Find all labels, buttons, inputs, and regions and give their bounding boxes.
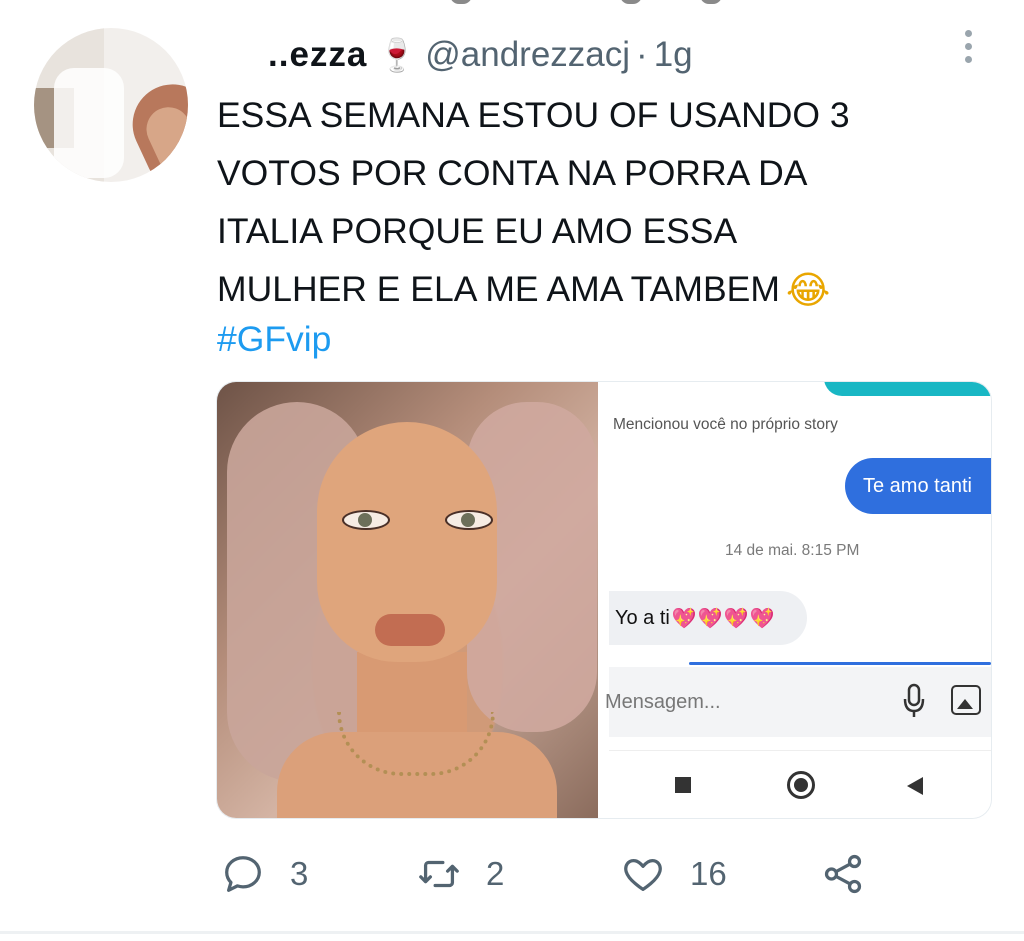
hearts-emoji: 💖💖💖💖 [671, 607, 776, 630]
tweet-time[interactable]: 1g [654, 35, 693, 75]
like-count: 16 [690, 855, 727, 892]
photo-woman[interactable] [217, 382, 598, 818]
reply-icon [225, 856, 261, 892]
separator-dot: · [636, 35, 648, 74]
wine-glass-emoji: 🍷 [377, 37, 418, 73]
reply-count: 3 [290, 855, 309, 892]
avatar[interactable] [34, 28, 188, 182]
user-handle[interactable]: @andrezzacj [425, 35, 630, 75]
mention-text: Mencionou você no próprio story [613, 416, 838, 433]
message-input-placeholder: Mensagem... [605, 691, 721, 713]
tweet-body: ESSA SEMANA ESTOU OF USANDO 3 VOTOS POR … [217, 95, 850, 309]
tweet-actions: 3 2 16 [220, 846, 880, 902]
previous-tweet-edge [0, 0, 1024, 8]
recents-icon [675, 777, 691, 793]
display-name[interactable]: ..ezza [268, 35, 367, 75]
share-button[interactable] [820, 846, 866, 902]
image-icon [951, 685, 981, 715]
tweet-divider [0, 931, 1024, 934]
chat-screenshot[interactable]: Mencionou você no próprio story Te amo t… [605, 382, 991, 818]
outgoing-message: Te amo tanti [845, 458, 991, 514]
share-icon [824, 854, 862, 894]
mic-icon [903, 683, 925, 717]
hashtag-link[interactable]: #GFvip [217, 310, 331, 368]
home-icon [787, 771, 815, 799]
tweet-text: ESSA SEMANA ESTOU OF USANDO 3 VOTOS POR … [217, 86, 997, 320]
incoming-message: Yo a ti 💖💖💖💖 [609, 591, 807, 645]
android-nav-bar [609, 750, 991, 818]
tweet-media[interactable]: Mencionou você no próprio story Te amo t… [216, 381, 992, 819]
like-button[interactable]: 16 [620, 846, 727, 902]
chat-topbar [824, 382, 991, 396]
chat-divider [689, 662, 991, 665]
laughing-emoji: 😂 [785, 270, 831, 312]
retweet-button[interactable]: 2 [416, 846, 504, 902]
tweet-header: ..ezza 🍷 @andrezzacj · 1g [268, 30, 693, 80]
retweet-icon [419, 860, 459, 888]
chat-timestamp: 14 de mai. 8:15 PM [725, 542, 860, 559]
reply-button[interactable]: 3 [220, 846, 308, 902]
more-icon[interactable] [962, 30, 974, 70]
like-icon [624, 858, 662, 891]
message-input-bar: Mensagem... [605, 667, 991, 737]
incoming-message-text: Yo a ti [615, 606, 670, 629]
retweet-count: 2 [486, 855, 505, 892]
back-icon [907, 777, 923, 795]
